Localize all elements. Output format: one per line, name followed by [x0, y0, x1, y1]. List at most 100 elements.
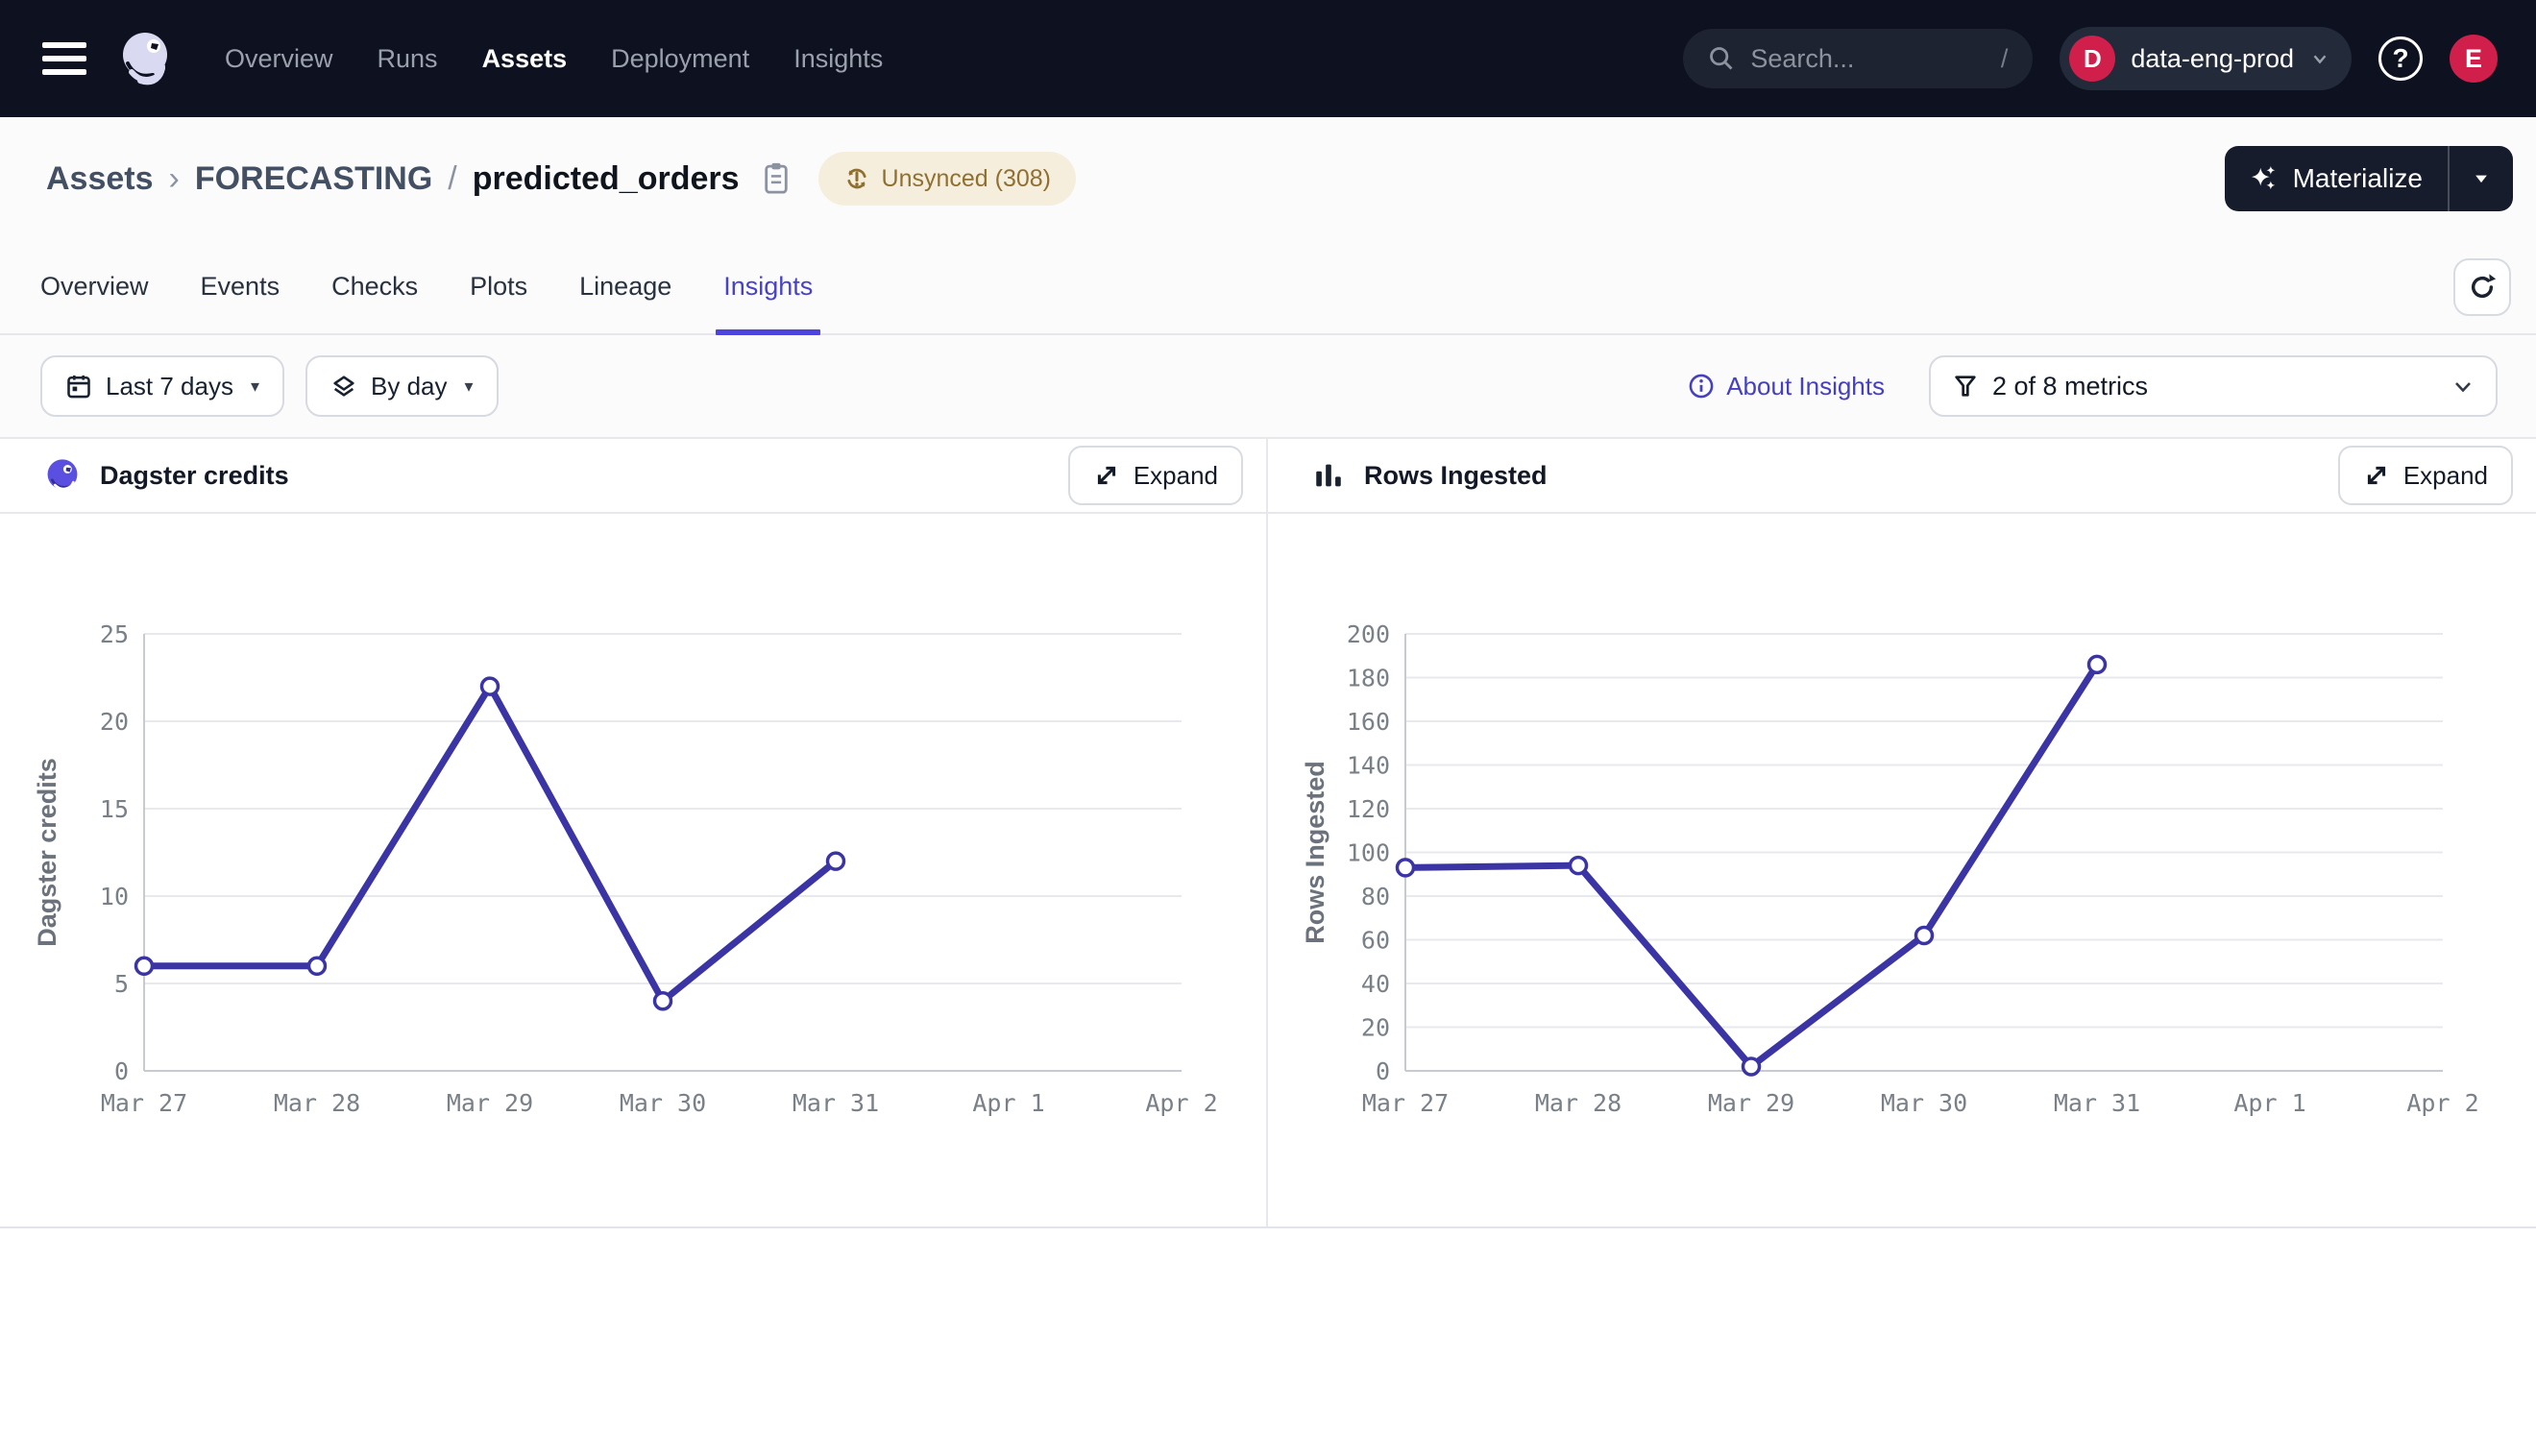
data-point	[1916, 927, 1933, 943]
help-icon[interactable]: ?	[2378, 36, 2423, 81]
y-tick-label: 40	[1361, 970, 1390, 998]
tab-events[interactable]: Events	[201, 240, 280, 333]
data-line	[1405, 665, 2097, 1067]
x-tick-label: Apr 2	[2406, 1089, 2478, 1117]
data-point	[309, 958, 326, 974]
data-line	[144, 687, 836, 1002]
y-tick-label: 10	[100, 883, 129, 910]
page-band: Assets › FORECASTING / predicted_orders	[0, 117, 2536, 437]
data-point	[655, 993, 671, 1009]
y-tick-label: 140	[1347, 752, 1390, 780]
data-point	[2089, 656, 2106, 672]
materialize-button[interactable]: Materialize	[2225, 146, 2448, 211]
sparkle-icon	[2250, 164, 2279, 193]
dagster-logo-icon	[44, 457, 81, 494]
info-icon	[1688, 373, 1715, 400]
caret-down-icon: ▾	[465, 376, 474, 397]
line-chart-rows-ingested: 020406080100120140160180200Mar 27Mar 28M…	[1268, 514, 2534, 1226]
metrics-selector-label: 2 of 8 metrics	[1992, 372, 2148, 401]
expand-icon	[2363, 462, 2390, 489]
about-insights-label: About Insights	[1726, 372, 1885, 401]
breadcrumb-group-link[interactable]: FORECASTING	[195, 160, 432, 198]
materialize-split-button: Materialize	[2225, 146, 2513, 211]
copy-icon[interactable]	[761, 161, 792, 196]
refresh-button[interactable]	[2453, 258, 2511, 316]
chart-title: Rows Ingested	[1364, 461, 1548, 491]
filter-funnel-icon	[1952, 373, 1979, 400]
tab-overview[interactable]: Overview	[40, 240, 149, 333]
data-point	[1398, 860, 1414, 876]
top-nav: Overview Runs Assets Deployment Insights Sea…	[0, 0, 2536, 117]
search-placeholder: Search...	[1750, 44, 1985, 74]
primary-nav: Overview Runs Assets Deployment Insights	[225, 44, 883, 74]
expand-label: Expand	[1134, 461, 1218, 491]
y-tick-label: 20	[1361, 1014, 1390, 1042]
y-tick-label: 120	[1347, 795, 1390, 823]
y-tick-label: 0	[1376, 1057, 1390, 1085]
breadcrumb-separator: /	[448, 160, 456, 198]
chart-svg: 020406080100120140160180200Mar 27Mar 28M…	[1268, 514, 2534, 1226]
asset-header: Assets › FORECASTING / predicted_orders	[0, 117, 2536, 240]
breadcrumb-separator: ›	[169, 160, 180, 198]
calendar-icon	[65, 373, 92, 400]
x-tick-label: Apr 2	[1145, 1089, 1217, 1117]
time-range-filter[interactable]: Last 7 days ▾	[40, 355, 284, 417]
workspace-avatar: D	[2069, 36, 2115, 82]
nav-link-overview[interactable]: Overview	[225, 44, 333, 74]
nav-link-runs[interactable]: Runs	[378, 44, 438, 74]
metrics-selector[interactable]: 2 of 8 metrics	[1929, 355, 2498, 417]
tab-checks[interactable]: Checks	[331, 240, 418, 333]
materialize-dropdown-button[interactable]	[2450, 146, 2513, 211]
data-point	[828, 853, 844, 869]
sync-status-badge: Unsynced (308)	[818, 152, 1076, 206]
x-tick-label: Mar 31	[2054, 1089, 2140, 1117]
unsynced-icon	[843, 165, 870, 192]
hamburger-menu-icon[interactable]	[42, 42, 86, 75]
bar-chart-icon	[1312, 459, 1345, 492]
expand-button[interactable]: Expand	[2338, 446, 2513, 505]
y-tick-label: 5	[114, 970, 129, 998]
x-tick-label: Apr 1	[972, 1089, 1044, 1117]
y-tick-label: 80	[1361, 883, 1390, 910]
breadcrumb-assets-link[interactable]: Assets	[46, 160, 154, 198]
x-tick-label: Apr 1	[2233, 1089, 2305, 1117]
nav-link-assets[interactable]: Assets	[482, 44, 568, 74]
insights-charts: Dagster credits Expand 0510152025Mar 27M…	[0, 437, 2536, 1228]
x-tick-label: Mar 30	[1881, 1089, 1967, 1117]
data-point	[136, 958, 153, 974]
y-tick-label: 200	[1347, 620, 1390, 648]
tab-insights[interactable]: Insights	[723, 240, 813, 333]
tab-plots[interactable]: Plots	[470, 240, 527, 333]
x-tick-label: Mar 31	[792, 1089, 879, 1117]
nav-link-insights[interactable]: Insights	[793, 44, 883, 74]
insights-filters: Last 7 days ▾ By day ▾ About Insights 2 …	[0, 335, 2536, 437]
breadcrumb: Assets › FORECASTING / predicted_orders	[46, 160, 792, 198]
data-point	[1571, 858, 1587, 874]
nav-link-deployment[interactable]: Deployment	[611, 44, 749, 74]
refresh-icon	[2467, 272, 2498, 303]
layers-icon	[330, 373, 357, 400]
y-axis-title: Rows Ingested	[1301, 761, 1329, 944]
x-tick-label: Mar 29	[447, 1089, 533, 1117]
search-input[interactable]: Search... /	[1683, 29, 2033, 88]
y-tick-label: 0	[114, 1057, 129, 1085]
expand-label: Expand	[2403, 461, 2488, 491]
user-avatar[interactable]: E	[2450, 35, 2498, 83]
y-axis-title: Dagster credits	[33, 758, 61, 947]
x-tick-label: Mar 29	[1708, 1089, 1794, 1117]
granularity-filter[interactable]: By day ▾	[305, 355, 499, 417]
workspace-name: data-eng-prod	[2131, 44, 2294, 74]
x-tick-label: Mar 27	[101, 1089, 187, 1117]
workspace-switcher[interactable]: D data-eng-prod	[2060, 27, 2352, 90]
about-insights-link[interactable]: About Insights	[1688, 372, 1885, 401]
line-chart-dagster-credits: 0510152025Mar 27Mar 28Mar 29Mar 30Mar 31…	[0, 514, 1266, 1226]
y-tick-label: 25	[100, 620, 129, 648]
x-tick-label: Mar 28	[274, 1089, 360, 1117]
tab-lineage[interactable]: Lineage	[579, 240, 671, 333]
chart-title: Dagster credits	[100, 461, 289, 491]
dagster-logo-icon[interactable]	[115, 28, 177, 89]
expand-button[interactable]: Expand	[1068, 446, 1243, 505]
data-point	[1744, 1058, 1760, 1075]
time-range-label: Last 7 days	[106, 372, 233, 401]
data-point	[482, 678, 499, 694]
